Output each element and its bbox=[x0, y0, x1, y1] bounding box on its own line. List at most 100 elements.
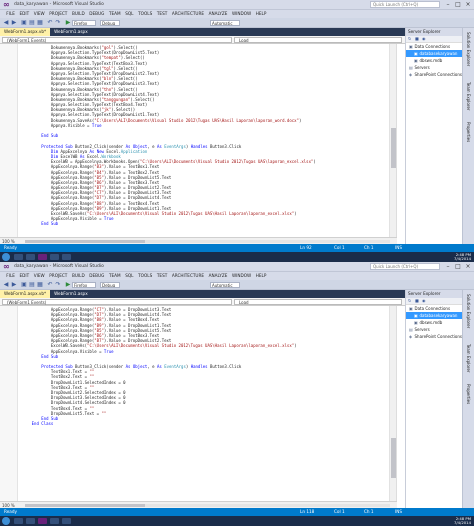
forward-icon[interactable]: ▶ bbox=[11, 20, 17, 26]
horizontal-scrollbar[interactable] bbox=[25, 504, 390, 507]
menu-project[interactable]: PROJECT bbox=[47, 10, 70, 18]
tree-item[interactable]: ◈ SharePoint Connections bbox=[406, 333, 462, 340]
tree-item[interactable]: ◈ SharePoint Connections bbox=[406, 71, 462, 78]
browser-dropdown[interactable]: Firefox bbox=[72, 282, 96, 288]
vertical-scroll-thumb[interactable] bbox=[391, 438, 396, 478]
minimize-icon[interactable]: – bbox=[444, 1, 452, 8]
menu-help[interactable]: HELP bbox=[253, 272, 268, 280]
document-tab[interactable]: WebForm1.aspx bbox=[50, 290, 92, 298]
taskbar-word-icon[interactable] bbox=[50, 254, 59, 260]
refresh-icon[interactable]: ↻ bbox=[408, 299, 412, 303]
taskbar-browser-icon[interactable] bbox=[26, 518, 35, 524]
system-clock[interactable]: 2:48 PM 7/4/2014 bbox=[454, 517, 471, 525]
side-tab[interactable]: Properties bbox=[466, 122, 471, 142]
code-editor[interactable]: Dokumennya.Bookmarks("gol").Select() App… bbox=[0, 44, 397, 237]
menu-debug[interactable]: DEBUG bbox=[87, 272, 107, 280]
new-file-icon[interactable]: ▣ bbox=[21, 282, 27, 288]
menu-team[interactable]: TEAM bbox=[107, 272, 123, 280]
menu-tools[interactable]: TOOLS bbox=[136, 10, 155, 18]
open-file-icon[interactable]: ▤ bbox=[29, 20, 35, 26]
start-button[interactable] bbox=[2, 517, 10, 525]
side-tab[interactable]: Solution Explorer bbox=[466, 32, 471, 66]
back-icon[interactable]: ◀ bbox=[3, 282, 9, 288]
stop-icon[interactable]: ■ bbox=[415, 299, 419, 303]
menu-sql[interactable]: SQL bbox=[123, 272, 136, 280]
class-dropdown[interactable]: (WebForm1 Events) bbox=[2, 37, 232, 43]
side-tab[interactable]: Team Explorer bbox=[466, 82, 471, 111]
menu-file[interactable]: FILE bbox=[4, 10, 17, 18]
taskbar-excel-icon[interactable] bbox=[62, 254, 71, 260]
code-text[interactable]: AppExcelnya.Range("C7").Value = DropDown… bbox=[22, 307, 297, 426]
quick-launch-input[interactable]: Quick Launch (Ctrl+Q) bbox=[370, 1, 440, 8]
menu-window[interactable]: WINDOW bbox=[230, 10, 254, 18]
code-line[interactable]: End Sub bbox=[22, 221, 316, 226]
menu-test[interactable]: TEST bbox=[155, 272, 170, 280]
menu-file[interactable]: FILE bbox=[4, 272, 17, 280]
tree-item[interactable]: ▣ databasekaryawan bbox=[406, 50, 462, 57]
start-debug-icon[interactable]: ▶ bbox=[65, 20, 71, 26]
menu-team[interactable]: TEAM bbox=[107, 10, 123, 18]
menu-sql[interactable]: SQL bbox=[123, 10, 136, 18]
menu-edit[interactable]: EDIT bbox=[17, 272, 31, 280]
side-tab[interactable]: Properties bbox=[466, 384, 471, 404]
code-editor[interactable]: AppExcelnya.Range("C7").Value = DropDown… bbox=[0, 306, 397, 501]
minimize-icon[interactable]: – bbox=[444, 263, 452, 270]
document-tab[interactable]: WebForm1.aspx.vb* bbox=[0, 28, 51, 36]
tree-item[interactable]: ▣ databasekaryawan bbox=[406, 312, 462, 319]
menu-test[interactable]: TEST bbox=[155, 10, 170, 18]
platform-dropdown[interactable]: Automatic bbox=[210, 282, 240, 288]
menu-edit[interactable]: EDIT bbox=[17, 10, 31, 18]
tree-item[interactable]: ▤ Servers bbox=[406, 326, 462, 333]
platform-dropdown[interactable]: Automatic bbox=[210, 20, 240, 26]
undo-icon[interactable]: ↶ bbox=[47, 282, 53, 288]
tree-item[interactable]: ▣ Data Connections bbox=[406, 43, 462, 50]
code-line[interactable]: ExcelWB.SaveAs("C:\Users\ALI\Documents\V… bbox=[22, 343, 297, 348]
connect-database-icon[interactable]: ◉ bbox=[422, 37, 426, 41]
forward-icon[interactable]: ▶ bbox=[11, 282, 17, 288]
maximize-icon[interactable]: □ bbox=[454, 263, 462, 270]
menu-build[interactable]: BUILD bbox=[70, 10, 87, 18]
horizontal-scrollbar[interactable] bbox=[25, 240, 390, 243]
document-tab[interactable]: WebForm1.aspx.vb* bbox=[0, 290, 51, 298]
menu-view[interactable]: VIEW bbox=[31, 272, 46, 280]
open-file-icon[interactable]: ▤ bbox=[29, 282, 35, 288]
stop-icon[interactable]: ■ bbox=[415, 37, 419, 41]
method-dropdown[interactable]: Load bbox=[234, 299, 402, 305]
code-text[interactable]: Dokumennya.Bookmarks("gol").Select() App… bbox=[22, 45, 316, 227]
menu-view[interactable]: VIEW bbox=[31, 10, 46, 18]
tree-item[interactable]: ▣ dbsws.mdb bbox=[406, 319, 462, 326]
start-button[interactable] bbox=[2, 253, 10, 261]
maximize-icon[interactable]: □ bbox=[454, 1, 462, 8]
taskbar-word-icon[interactable] bbox=[50, 518, 59, 524]
browser-dropdown[interactable]: Firefox bbox=[72, 20, 96, 26]
quick-launch-input[interactable]: Quick Launch (Ctrl+Q) bbox=[370, 263, 440, 270]
refresh-icon[interactable]: ↻ bbox=[408, 37, 412, 41]
start-debug-icon[interactable]: ▶ bbox=[65, 282, 71, 288]
menu-analyze[interactable]: ANALYZE bbox=[206, 10, 229, 18]
menu-help[interactable]: HELP bbox=[253, 10, 268, 18]
side-tab[interactable]: Team Explorer bbox=[466, 344, 471, 373]
undo-icon[interactable]: ↶ bbox=[47, 20, 53, 26]
taskbar-visual-studio-icon[interactable] bbox=[38, 518, 47, 524]
save-icon[interactable]: ▦ bbox=[37, 282, 43, 288]
menu-build[interactable]: BUILD bbox=[70, 272, 87, 280]
connect-database-icon[interactable]: ◉ bbox=[422, 299, 426, 303]
class-dropdown[interactable]: (WebForm1 Events) bbox=[2, 299, 232, 305]
menu-architecture[interactable]: ARCHITECTURE bbox=[170, 272, 207, 280]
menu-project[interactable]: PROJECT bbox=[47, 272, 70, 280]
horizontal-scroll-thumb[interactable] bbox=[25, 504, 145, 507]
configuration-dropdown[interactable]: Debug bbox=[100, 20, 120, 26]
new-file-icon[interactable]: ▣ bbox=[21, 20, 27, 26]
redo-icon[interactable]: ↷ bbox=[55, 282, 61, 288]
menu-window[interactable]: WINDOW bbox=[230, 272, 254, 280]
close-icon[interactable]: × bbox=[464, 1, 472, 8]
back-icon[interactable]: ◀ bbox=[3, 20, 9, 26]
menu-debug[interactable]: DEBUG bbox=[87, 10, 107, 18]
configuration-dropdown[interactable]: Debug bbox=[100, 282, 120, 288]
vertical-scrollbar[interactable] bbox=[389, 306, 396, 501]
redo-icon[interactable]: ↷ bbox=[55, 20, 61, 26]
menu-architecture[interactable]: ARCHITECTURE bbox=[170, 10, 207, 18]
taskbar-visual-studio-icon[interactable] bbox=[38, 254, 47, 260]
tree-item[interactable]: ▤ Servers bbox=[406, 64, 462, 71]
save-icon[interactable]: ▦ bbox=[37, 20, 43, 26]
